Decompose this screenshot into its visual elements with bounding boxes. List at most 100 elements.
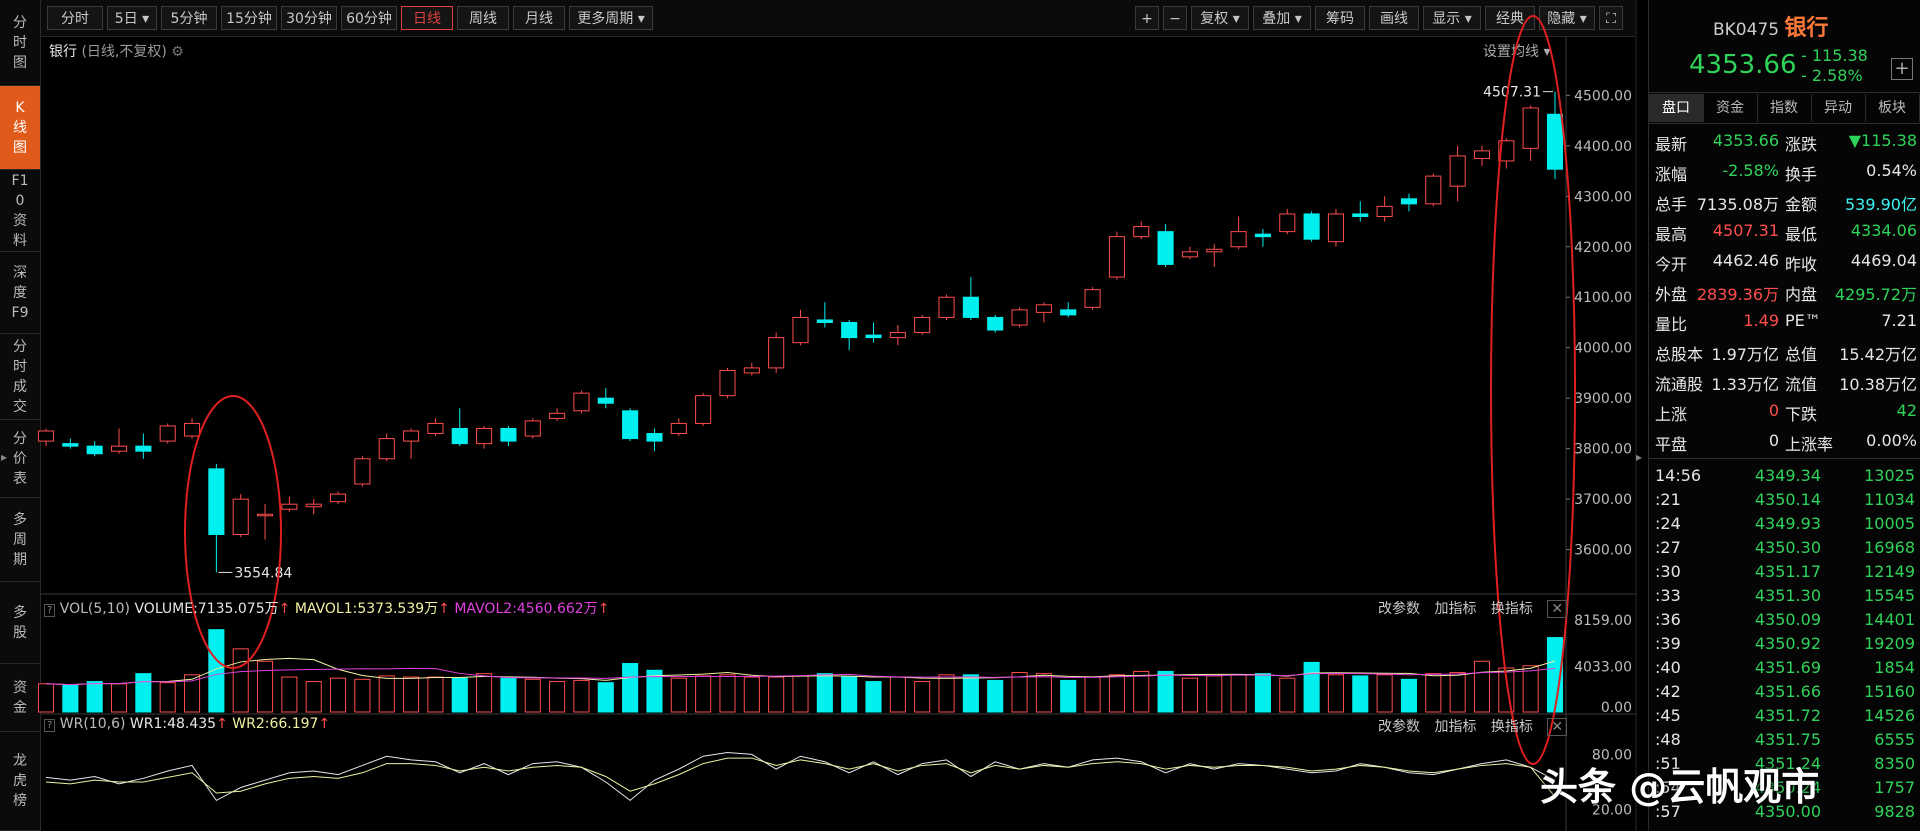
quote-tabs: 盘口 资金 指数 异动 板块	[1649, 94, 1920, 122]
candle-body	[159, 425, 176, 442]
tick-row: :21 4350.14 11034	[1649, 490, 1920, 514]
wr-close-icon[interactable]: ✕	[1547, 718, 1568, 736]
tick-volume: 1757	[1874, 778, 1915, 797]
tick-volume: 14401	[1864, 610, 1915, 629]
candle-body	[1035, 304, 1052, 313]
vol-buttons: 改参数 加指标 换指标 ✕	[1378, 598, 1568, 618]
candle-body	[378, 438, 395, 460]
candle-body	[622, 410, 639, 440]
y-tick-label: 4300.00	[1574, 189, 1632, 205]
candle-body	[865, 334, 882, 339]
quote-row: 今开 4462.46 昨收 4469.04	[1649, 246, 1920, 276]
volume-bar	[889, 676, 906, 713]
tick-volume: 12149	[1864, 562, 1915, 581]
quote-label: 上涨率	[1785, 435, 1834, 454]
candle-body	[743, 367, 760, 374]
volume-bar	[1425, 673, 1442, 713]
quote-label: 最高	[1655, 225, 1688, 244]
quote-value: 42	[1896, 401, 1917, 420]
wr-panel-header: ? WR(10,6) WR1:48.435↑ WR2:66.197↑	[44, 716, 330, 736]
volume-bar	[1449, 672, 1466, 713]
quote-value: 539.90亿	[1845, 195, 1917, 214]
collapse-icon[interactable]: ?	[44, 604, 56, 617]
quote-tab-0[interactable]: 盘口	[1649, 94, 1704, 122]
tick-row: :39 4350.92 19209	[1649, 634, 1920, 658]
quote-label: 上涨	[1655, 405, 1688, 424]
quote-value: 7135.08万	[1696, 195, 1779, 214]
quote-tab-1[interactable]: 资金	[1703, 94, 1758, 122]
candle-body	[1108, 236, 1125, 278]
tick-volume: 11034	[1864, 490, 1915, 509]
right-collapse-icon[interactable]: ▸	[1636, 450, 1642, 464]
tick-price: 4351.30	[1754, 586, 1821, 605]
candle-body	[573, 392, 590, 412]
collapse-icon[interactable]: ?	[44, 719, 56, 732]
quote-row: 最高 4507.31 最低 4334.06	[1649, 216, 1920, 246]
quote-row: 总手 7135.08万 金额 539.90亿	[1649, 186, 1920, 216]
tick-volume: 9828	[1874, 802, 1915, 821]
vol-close-icon[interactable]: ✕	[1547, 600, 1568, 618]
tick-price: 4351.75	[1754, 730, 1821, 749]
quote-value: 0	[1768, 431, 1779, 450]
quote-value: 4334.06	[1850, 221, 1917, 240]
quote-tab-4[interactable]: 板块	[1865, 94, 1920, 122]
quote-value: 4353.66	[1712, 131, 1779, 150]
tick-row: :36 4350.09 14401	[1649, 610, 1920, 634]
quote-label: 涨幅	[1655, 165, 1688, 184]
candle-body	[816, 319, 833, 323]
volume-bar	[914, 681, 931, 713]
quote-label: 昨收	[1785, 255, 1818, 274]
vol-switch-indicator-button[interactable]: 换指标	[1491, 601, 1533, 617]
candle-body	[232, 498, 249, 535]
quote-value: 10.38万亿	[1839, 375, 1917, 394]
tick-time: :30	[1655, 562, 1681, 581]
volume-bar	[1473, 660, 1491, 713]
candle-body	[1230, 231, 1247, 248]
quote-label: 总股本	[1655, 345, 1704, 364]
volume-bar	[549, 681, 566, 713]
quote-label: PE™	[1785, 311, 1821, 330]
wr-add-indicator-button[interactable]: 加指标	[1434, 719, 1476, 735]
quote-tab-2[interactable]: 指数	[1757, 94, 1812, 122]
wr-switch-indicator-button[interactable]: 换指标	[1491, 719, 1533, 735]
candle-body	[257, 513, 274, 517]
quote-label: 总手	[1655, 195, 1688, 214]
left-collapse-icon[interactable]: ▸	[1, 450, 7, 464]
vol-tick-label: 8159.00	[1574, 613, 1632, 629]
tick-time: :40	[1655, 658, 1681, 677]
candle-body	[354, 458, 371, 485]
quote-label: 金额	[1785, 195, 1818, 214]
y-tick-label: 3700.00	[1574, 492, 1632, 508]
candle-body	[86, 445, 103, 455]
tick-price: 4351.69	[1754, 658, 1821, 677]
quote-label: 外盘	[1655, 285, 1688, 304]
wr-edit-params-button[interactable]: 改参数	[1378, 719, 1420, 735]
candle-body	[792, 316, 809, 344]
quote-tab-3[interactable]: 异动	[1811, 94, 1866, 122]
volume-bar	[37, 683, 55, 713]
volume-bar	[1400, 678, 1418, 713]
quote-value: 4295.72万	[1834, 285, 1917, 304]
add-watchlist-icon[interactable]: +	[1891, 58, 1913, 80]
tick-time: :33	[1655, 586, 1681, 605]
quote-value: 7.21	[1881, 311, 1917, 330]
volume-bar	[378, 675, 395, 713]
quote-value: 1.33万亿	[1711, 375, 1779, 394]
y-tick-label: 3900.00	[1574, 391, 1632, 407]
volume-panel-header: ? VOL(5,10) VOLUME:7135.075万↑ MAVOL1:537…	[44, 598, 609, 618]
candle-body	[1546, 113, 1564, 170]
tick-time: :42	[1655, 682, 1681, 701]
candle-body	[1181, 251, 1198, 258]
quote-value: 1.97万亿	[1711, 345, 1779, 364]
candlestick-chart: 4500.00 4400.00 4300.00 4200.00 4100.00 4000.…	[37, 0, 1637, 831]
vol-edit-params-button[interactable]: 改参数	[1378, 601, 1420, 617]
candle-body	[281, 503, 298, 510]
candle-body	[1254, 233, 1271, 238]
vol-add-indicator-button[interactable]: 加指标	[1434, 601, 1476, 617]
tick-volume: 10005	[1864, 514, 1915, 533]
tick-price: 4351.66	[1754, 682, 1821, 701]
candle-body	[1206, 248, 1223, 253]
tick-volume: 13025	[1864, 466, 1915, 485]
volume-bar	[1376, 674, 1393, 713]
quote-row: 涨幅 -2.58% 换手 0.54%	[1649, 156, 1920, 186]
